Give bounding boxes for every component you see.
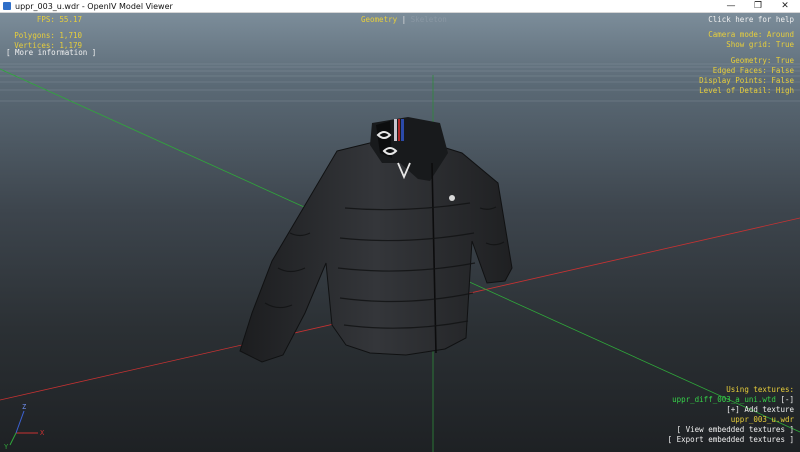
axis-gizmo: X Z Y [4, 403, 45, 451]
level-of-detail-option[interactable]: Level of Detail: High [699, 86, 794, 96]
fps-counter: FPS: 55.17 [36, 15, 82, 24]
textures-panel: Using textures: uppr_diff_003_a_uni.wtd … [668, 385, 794, 445]
camera-mode-option[interactable]: Camera mode: Around [708, 30, 794, 40]
maximize-button[interactable]: ❐ [745, 0, 771, 13]
minimize-button[interactable]: — [718, 0, 744, 13]
edged-faces-option[interactable]: Edged Faces: False [699, 66, 794, 76]
display-options-panel: Geometry: True Edged Faces: False Displa… [699, 56, 794, 96]
openiv-app-icon [3, 2, 11, 10]
close-button[interactable]: ✕ [772, 0, 798, 13]
geometry-option[interactable]: Geometry: True [699, 56, 794, 66]
gizmo-x-label: X [40, 429, 45, 437]
polygons-count: Polygons: 1,710 [14, 31, 82, 40]
app-window: uppr_003_u.wdr - OpenIV Model Viewer — ❐… [0, 0, 800, 452]
skeleton-mode-tab[interactable]: Skeleton [411, 15, 447, 24]
stats-panel: FPS: 55.17 Polygons: 1,710 Vertices: 1,1… [0, 15, 82, 51]
ground-grid [0, 63, 800, 102]
gizmo-y-label: Y [4, 443, 9, 451]
remove-texture-button[interactable]: [-] [780, 395, 794, 404]
view-mode-switch: Geometry | Skeleton [361, 15, 447, 25]
geometry-mode-tab[interactable]: Geometry [361, 15, 397, 24]
window-title: uppr_003_u.wdr - OpenIV Model Viewer [15, 2, 173, 11]
jacket-model [239, 117, 513, 363]
more-information-link[interactable]: [ More information ] [6, 48, 96, 58]
mode-separator: | [401, 15, 407, 24]
model-file-name: uppr_003_u.wdr [730, 415, 794, 424]
view-embedded-textures-button[interactable]: [ View embedded textures ] [668, 425, 794, 435]
using-textures-heading: Using textures: [726, 385, 794, 394]
show-grid-option[interactable]: Show grid: True [708, 40, 794, 50]
title-bar[interactable]: uppr_003_u.wdr - OpenIV Model Viewer — ❐… [0, 0, 800, 13]
display-points-option[interactable]: Display Points: False [699, 76, 794, 86]
add-texture-button[interactable]: [+] Add texture [668, 405, 794, 415]
gizmo-z-label: Z [22, 403, 26, 411]
help-link[interactable]: Click here for help [708, 15, 794, 25]
camera-panel: Camera mode: Around Show grid: True [708, 30, 794, 50]
export-embedded-textures-button[interactable]: [ Export embedded textures ] [668, 435, 794, 445]
model-viewport[interactable]: X Z Y FPS: 55.17 Polygons: 1,710 Vertice… [0, 13, 800, 452]
texture-dictionary-link[interactable]: uppr_diff_003_a_uni.wtd [672, 395, 776, 404]
